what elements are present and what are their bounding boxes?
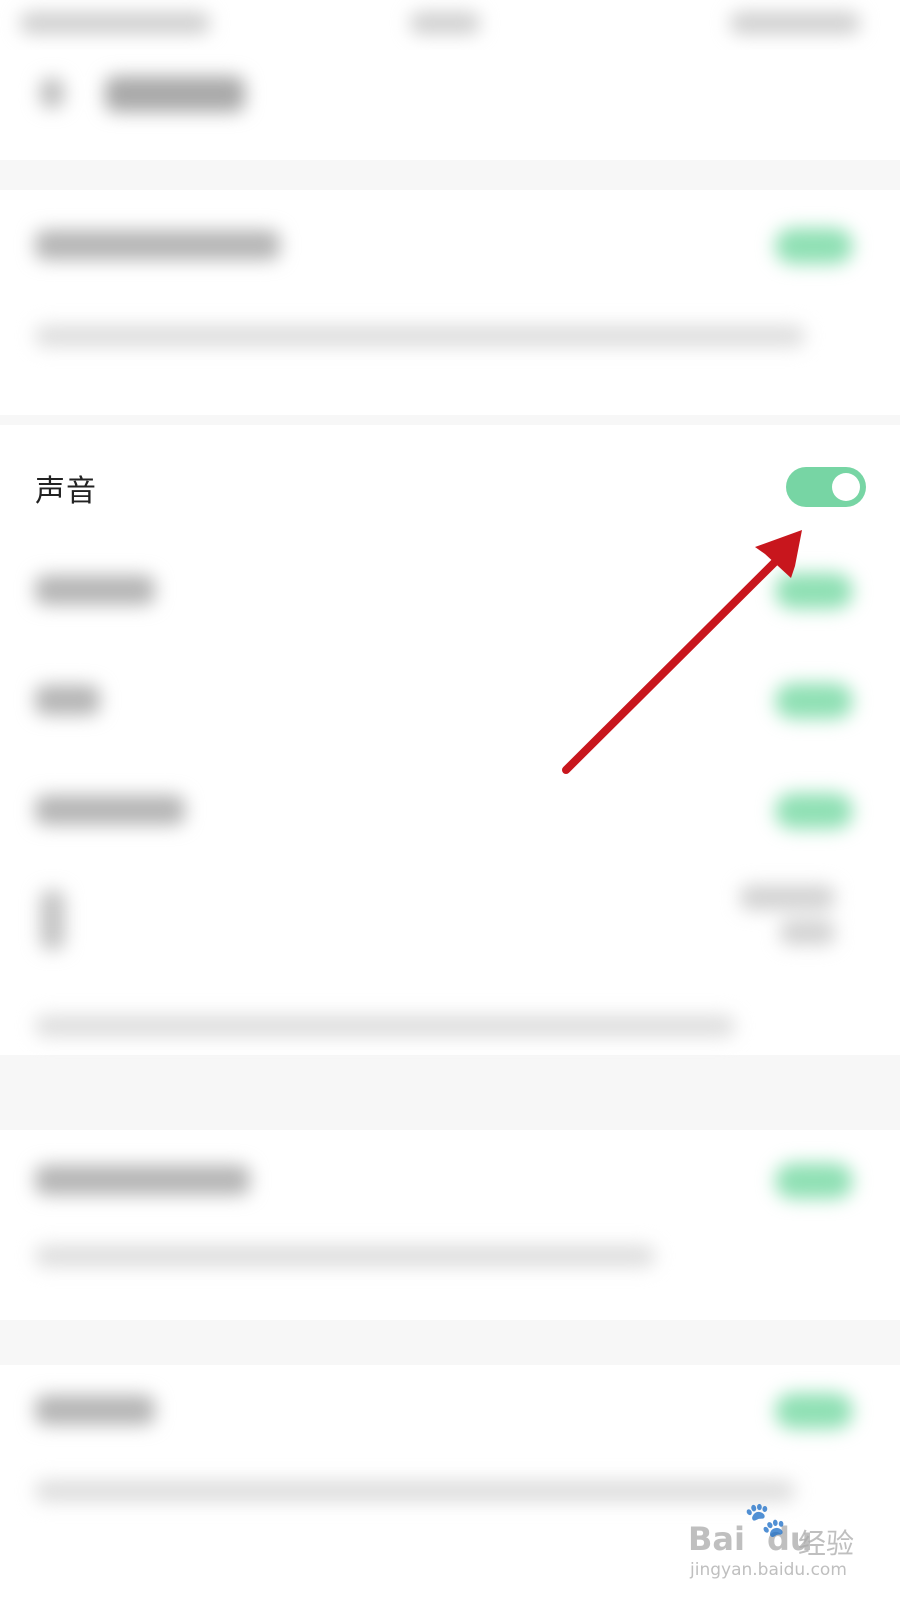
settings-section-middle: [0, 535, 900, 1055]
settings-section-top: [0, 190, 900, 415]
nav-bar: [0, 50, 900, 160]
status-bar: [0, 0, 900, 50]
sound-toggle[interactable]: [786, 467, 866, 507]
sound-label: 声音: [35, 474, 97, 509]
sound-setting-row[interactable]: [0, 425, 900, 535]
settings-screen: 声音 Bai du 🐾 经验 jingyan.baidu.com: [0, 0, 900, 1600]
page-title: [105, 76, 245, 112]
back-icon[interactable]: [40, 78, 64, 108]
settings-section-lower: [0, 1130, 900, 1320]
paw-icon: 🐾: [744, 1500, 787, 1540]
toggle-knob: [832, 473, 860, 501]
baidu-jingyan-watermark: Bai du 🐾 经验 jingyan.baidu.com: [688, 1500, 855, 1580]
